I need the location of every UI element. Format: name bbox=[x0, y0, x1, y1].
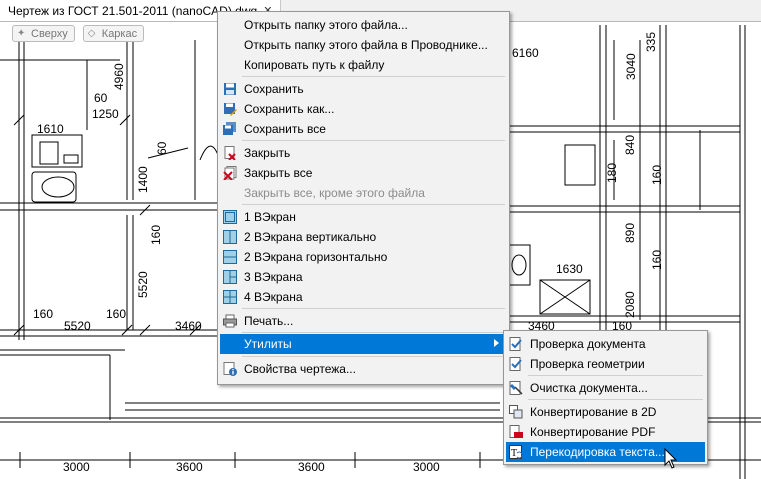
purge-document-icon bbox=[509, 381, 523, 395]
dimension-label: 5520 bbox=[64, 319, 91, 333]
dimension-label: 3600 bbox=[176, 460, 203, 474]
submenu-item-convert-2d[interactable]: Конвертирование в 2D bbox=[504, 402, 707, 422]
view-direction-label: Сверху bbox=[31, 27, 68, 40]
dimension-label: 60 bbox=[94, 91, 108, 105]
submenu-item-check-geometry[interactable]: Проверка геометрии bbox=[504, 354, 707, 374]
dimension-label: 160 bbox=[650, 250, 664, 270]
dimension-label: 2080 bbox=[623, 291, 637, 318]
dimension-label: 160 bbox=[650, 165, 664, 185]
submenu-item-purge-document[interactable]: Очистка документа... bbox=[504, 378, 707, 398]
menu-item-utilities[interactable]: Утилиты bbox=[220, 334, 507, 354]
submenu-arrow-icon bbox=[494, 339, 499, 347]
wireframe-icon: ◇ bbox=[87, 28, 96, 39]
menu-item-viewport-4[interactable]: 4 ВЭкрана bbox=[218, 287, 509, 307]
dimension-label: 335 bbox=[644, 32, 658, 52]
close-document-icon bbox=[224, 146, 236, 160]
dimension-label: 1610 bbox=[37, 122, 64, 136]
save-as-icon bbox=[224, 103, 237, 116]
viewport-controls: ✦ Сверху ◇ Каркас bbox=[12, 25, 145, 42]
dimension-label: 4960 bbox=[112, 63, 126, 90]
convert-pdf-icon bbox=[509, 425, 523, 438]
dimension-label: 1400 bbox=[136, 166, 150, 193]
dimension-label: 60 bbox=[155, 141, 169, 155]
save-all-icon bbox=[223, 122, 236, 135]
menu-item-viewport-3[interactable]: 3 ВЭкрана bbox=[218, 267, 509, 287]
menu-item-close-others[interactable]: Закрыть все, кроме этого файла bbox=[218, 183, 509, 203]
recode-text-icon: T bbox=[509, 445, 523, 459]
save-icon bbox=[224, 83, 236, 95]
submenu-item-check-document[interactable]: Проверка документа bbox=[504, 334, 707, 354]
utilities-submenu: Проверка документа Проверка геометрии Оч… bbox=[503, 330, 708, 465]
convert-2d-icon bbox=[509, 405, 523, 419]
tab-context-menu: Открыть папку этого файла... Открыть пап… bbox=[217, 11, 510, 385]
viewport-1-icon bbox=[223, 210, 237, 224]
submenu-item-convert-pdf[interactable]: Конвертирование PDF bbox=[504, 422, 707, 442]
menu-item-save-all[interactable]: Сохранить все bbox=[218, 119, 509, 139]
dimension-label: 3600 bbox=[298, 460, 325, 474]
close-all-icon bbox=[223, 166, 237, 180]
menu-item-drawing-properties[interactable]: Свойства чертежа... bbox=[218, 359, 509, 379]
mouse-pointer-icon bbox=[664, 448, 678, 469]
svg-text:T: T bbox=[511, 448, 517, 459]
view-direction-button[interactable]: ✦ Сверху bbox=[12, 25, 75, 42]
viewport-4-icon bbox=[223, 290, 237, 304]
menu-item-open-folder[interactable]: Открыть папку этого файла... bbox=[218, 15, 509, 35]
menu-item-save[interactable]: Сохранить bbox=[218, 79, 509, 99]
visual-style-button[interactable]: ◇ Каркас bbox=[82, 25, 145, 42]
drawing-properties-icon bbox=[223, 362, 237, 376]
dimension-label: 6160 bbox=[512, 46, 539, 60]
viewport-3-icon bbox=[223, 270, 237, 284]
viewport-2v-icon bbox=[223, 230, 237, 244]
dimension-label: 160 bbox=[149, 225, 163, 245]
dimension-label: 840 bbox=[623, 135, 637, 155]
dimension-label: 3000 bbox=[413, 460, 440, 474]
check-document-icon bbox=[509, 337, 522, 351]
menu-item-copy-path[interactable]: Копировать путь к файлу bbox=[218, 55, 509, 75]
dimension-label: 160 bbox=[33, 307, 53, 321]
dimension-label: 890 bbox=[623, 223, 637, 243]
visual-style-label: Каркас bbox=[101, 27, 138, 40]
viewport-2h-icon bbox=[223, 250, 237, 264]
dimension-label: 3040 bbox=[624, 53, 638, 80]
menu-item-open-in-explorer[interactable]: Открыть папку этого файла в Проводнике..… bbox=[218, 35, 509, 55]
dimension-label: 5520 bbox=[136, 271, 150, 298]
dimension-label: 1630 bbox=[556, 262, 583, 276]
menu-item-save-as[interactable]: Сохранить как... bbox=[218, 99, 509, 119]
menu-item-close[interactable]: Закрыть bbox=[218, 143, 509, 163]
menu-item-viewport-1[interactable]: 1 ВЭкран bbox=[218, 207, 509, 227]
menu-item-close-all[interactable]: Закрыть все bbox=[218, 163, 509, 183]
print-icon bbox=[223, 314, 237, 328]
dimension-label: 160 bbox=[106, 307, 126, 321]
dimension-label: 1250 bbox=[92, 107, 119, 121]
check-geometry-icon bbox=[509, 357, 522, 371]
menu-item-viewport-2-vertical[interactable]: 2 ВЭкрана вертикально bbox=[218, 227, 509, 247]
view-icon: ✦ bbox=[17, 28, 26, 39]
dimension-label: 180 bbox=[605, 163, 619, 183]
dimension-label: 3000 bbox=[63, 460, 90, 474]
menu-item-print[interactable]: Печать... bbox=[218, 311, 509, 331]
dimension-label: 3460 bbox=[175, 319, 202, 333]
menu-item-viewport-2-horizontal[interactable]: 2 ВЭкрана горизонтально bbox=[218, 247, 509, 267]
